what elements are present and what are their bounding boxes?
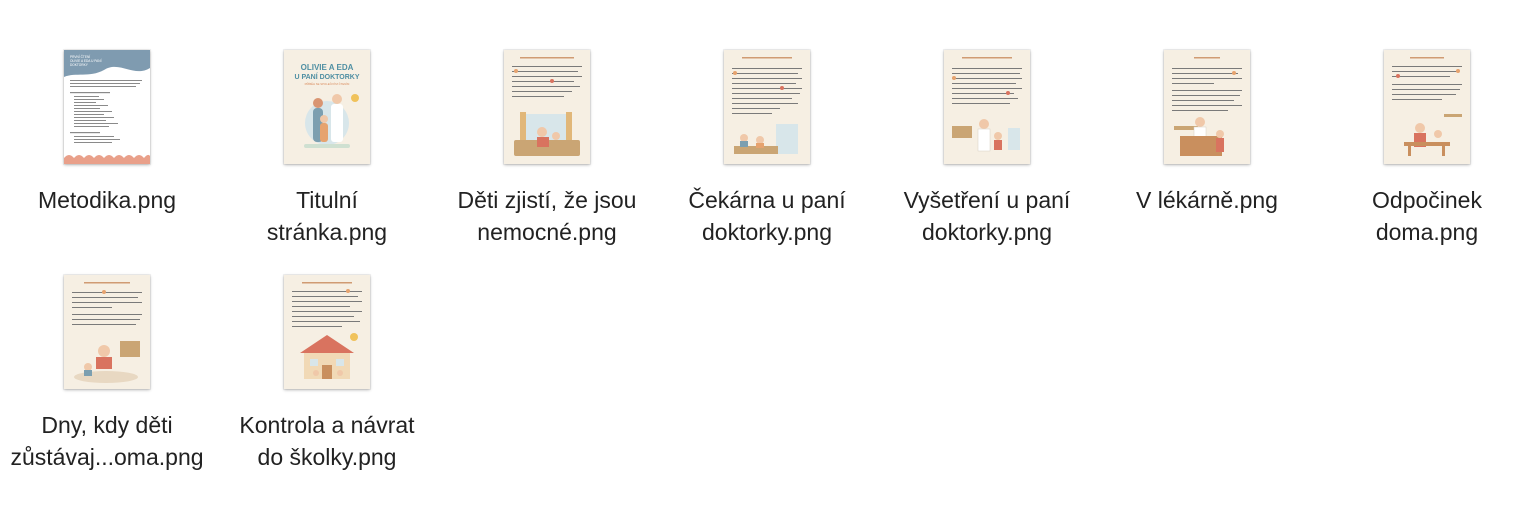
svg-text:U PANÍ DOKTORKY: U PANÍ DOKTORKY <box>294 72 359 81</box>
png-document-thumbnail-icon[interactable] <box>724 50 810 164</box>
png-document-thumbnail-icon[interactable] <box>1164 50 1250 164</box>
file-label[interactable]: Titulní stránka.png <box>217 184 437 248</box>
file-label[interactable]: Metodika.png <box>0 184 217 216</box>
file-label[interactable]: Vyšetření u paní doktorky.png <box>877 184 1097 248</box>
file-label[interactable]: Děti zjistí, že jsou nemocné.png <box>437 184 657 248</box>
file-label[interactable]: Dny, kdy děti zůstávaj...oma.png <box>0 409 217 473</box>
file-item-kontrola-a-navrat[interactable]: Kontrola a návrat do školky.png <box>217 275 437 495</box>
file-item-metodika[interactable]: PRVNÍ ČTENÍ OLIVIE A EDA U PANÍ DOKTORKY <box>0 50 217 270</box>
file-label[interactable]: Kontrola a návrat do školky.png <box>217 409 437 473</box>
file-item-dny-kdy-deti[interactable]: Dny, kdy děti zůstávaj...oma.png <box>0 275 217 495</box>
file-label[interactable]: Odpočinek doma.png <box>1317 184 1532 248</box>
svg-text:PŘÍBĚH SE SPOLEČNÝM ČTENÍM: PŘÍBĚH SE SPOLEČNÝM ČTENÍM <box>305 81 350 86</box>
file-item-deti-zjisti[interactable]: Děti zjistí, že jsou nemocné.png <box>437 50 657 270</box>
png-document-thumbnail-icon[interactable]: PRVNÍ ČTENÍ OLIVIE A EDA U PANÍ DOKTORKY <box>64 50 150 164</box>
svg-text:DOKTORKY: DOKTORKY <box>70 63 89 67</box>
file-label[interactable]: V lékárně.png <box>1097 184 1317 216</box>
file-item-titulni-stranka[interactable]: OLIVIE A EDA U PANÍ DOKTORKY PŘÍBĚH SE S… <box>217 50 437 270</box>
png-document-thumbnail-icon[interactable] <box>1384 50 1470 164</box>
svg-text:OLIVIE A EDA: OLIVIE A EDA <box>301 63 354 72</box>
file-grid: PRVNÍ ČTENÍ OLIVIE A EDA U PANÍ DOKTORKY <box>0 0 1532 524</box>
file-item-odpocinek-doma[interactable]: Odpočinek doma.png <box>1317 50 1532 270</box>
file-item-vysetreni[interactable]: Vyšetření u paní doktorky.png <box>877 50 1097 270</box>
png-document-thumbnail-icon[interactable] <box>504 50 590 164</box>
file-label[interactable]: Čekárna u paní doktorky.png <box>657 184 877 248</box>
png-document-thumbnail-icon[interactable] <box>64 275 150 389</box>
png-document-thumbnail-icon[interactable]: OLIVIE A EDA U PANÍ DOKTORKY PŘÍBĚH SE S… <box>284 50 370 164</box>
png-document-thumbnail-icon[interactable] <box>944 50 1030 164</box>
png-document-thumbnail-icon[interactable] <box>284 275 370 389</box>
file-item-cekarna[interactable]: Čekárna u paní doktorky.png <box>657 50 877 270</box>
file-item-v-lekarne[interactable]: V lékárně.png <box>1097 50 1317 270</box>
